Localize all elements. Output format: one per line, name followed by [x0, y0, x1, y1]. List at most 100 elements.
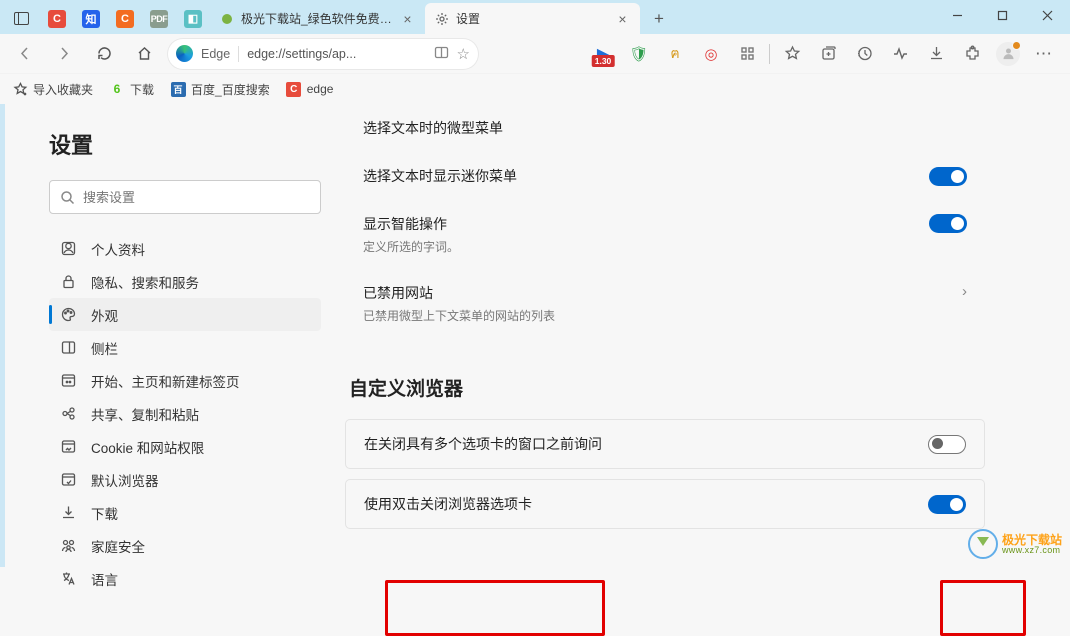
toggle-smart-actions[interactable]	[929, 214, 967, 233]
tab-close-icon[interactable]: ×	[614, 10, 631, 27]
pinned-tab-c-app2[interactable]: C	[109, 4, 141, 33]
sidebar-item-label: 下载	[91, 503, 118, 523]
sidebar-item-label: 外观	[91, 305, 118, 325]
sidebar-item-sidebar[interactable]: 侧栏	[49, 331, 321, 364]
forward-button[interactable]	[48, 38, 80, 70]
c-app-icon: C	[48, 10, 66, 28]
bookmark-baidu[interactable]: 百百度_百度搜索	[170, 81, 270, 98]
settings-search[interactable]	[49, 180, 321, 214]
lang-icon	[59, 570, 77, 587]
pdf24-icon: PDF	[150, 10, 168, 28]
teal-app-icon: ◧	[184, 10, 202, 28]
tab-1[interactable]: 设置 ×	[425, 3, 640, 34]
main: 设置 个人资料隐私、搜索和服务外观侧栏开始、主页和新建标签页共享、复制和粘贴 Co…	[0, 104, 1070, 567]
sidebar-item-lock[interactable]: 隐私、搜索和服务	[49, 265, 321, 298]
extensions-icon[interactable]	[954, 38, 990, 70]
tab-label: 设置	[456, 10, 608, 27]
sidebar-item-cookie[interactable]: Cookie 和网站权限	[49, 430, 321, 463]
sidebar-item-download[interactable]: 下载	[49, 496, 321, 529]
history-icon[interactable]	[846, 38, 882, 70]
sidebar-item-label: 默认浏览器	[91, 470, 159, 490]
ext-grid-icon[interactable]	[729, 38, 765, 70]
c-app2-icon: C	[116, 10, 134, 28]
sidebar-item-profile[interactable]: 个人资料	[49, 232, 321, 265]
avatar[interactable]	[990, 38, 1026, 70]
toggle-ask-before-close[interactable]	[928, 435, 966, 454]
close-window-button[interactable]	[1025, 0, 1070, 30]
bookmark-edge[interactable]: Cedge	[286, 81, 334, 97]
row-disabled-sites[interactable]: 已禁用网站 已禁用微型上下文菜单的网站的列表 ›	[345, 269, 985, 338]
sidebar-item-family[interactable]: 家庭安全	[49, 529, 321, 562]
tab-close-icon[interactable]: ×	[399, 10, 416, 27]
tab-0[interactable]: 极光下载站_绿色软件免费下载_官 ×	[210, 3, 425, 34]
bookmarks-bar: 导入收藏夹 6下载 百百度_百度搜索 Cedge	[0, 74, 1070, 104]
sidebar-item-label: 侧栏	[91, 338, 118, 358]
ext-flag-icon[interactable]: ▶1.30	[585, 38, 621, 70]
tab-favicon	[219, 11, 235, 27]
row-show-mini-menu: 选择文本时显示迷你菜单	[345, 152, 985, 200]
family-icon	[59, 537, 77, 554]
sidebar-item-label: 家庭安全	[91, 536, 145, 556]
ext-cat-icon[interactable]: ฅ	[657, 38, 693, 70]
lock-icon	[59, 273, 77, 290]
split-screen-icon[interactable]	[434, 45, 449, 63]
ext-shield-icon[interactable]: 🛡	[621, 38, 657, 70]
settings-nav: 个人资料隐私、搜索和服务外观侧栏开始、主页和新建标签页共享、复制和粘贴 Cooki…	[49, 232, 321, 595]
pinned-tab-c-app[interactable]: C	[41, 4, 73, 33]
row-mini-menu-heading: 选择文本时的微型菜单	[345, 104, 985, 152]
zhihu-icon: 知	[82, 10, 100, 28]
share-icon	[59, 405, 77, 422]
home-icon	[59, 372, 77, 389]
bookmark-import[interactable]: 导入收藏夹	[12, 81, 93, 98]
settings-sidebar: 设置 个人资料隐私、搜索和服务外观侧栏开始、主页和新建标签页共享、复制和粘贴 Co…	[5, 104, 345, 567]
downloads-icon[interactable]	[918, 38, 954, 70]
vertical-tabs-button[interactable]	[4, 4, 38, 34]
toggle-mini-menu[interactable]	[929, 167, 967, 186]
row-double-click-close: 使用双击关闭浏览器选项卡	[345, 479, 985, 529]
highlight-box-label	[385, 580, 605, 636]
section-customize-browser: 自定义浏览器	[349, 374, 985, 401]
favorite-star-icon[interactable]: ☆	[457, 45, 470, 63]
toggle-double-click-close[interactable]	[928, 495, 966, 514]
titlebar: C知C PDF ◧ 极光下载站_绿色软件免费下载_官 × 设置 × +	[0, 0, 1070, 34]
profile-icon	[59, 240, 77, 257]
reload-button[interactable]	[88, 38, 120, 70]
favorites-icon[interactable]	[774, 38, 810, 70]
baidu-icon: 百	[170, 81, 186, 97]
menu-button[interactable]: ⋯	[1026, 38, 1062, 70]
highlight-box-toggle	[940, 580, 1026, 636]
sidebar-item-browser[interactable]: 默认浏览器	[49, 463, 321, 496]
toolbar: Edge edge://settings/ap... ☆ ▶1.30 🛡 ฅ ◎…	[0, 34, 1070, 74]
bookmark-download[interactable]: 6下载	[109, 81, 154, 98]
sidebar-item-label: Cookie 和网站权限	[91, 437, 204, 457]
sidebar-item-home[interactable]: 开始、主页和新建标签页	[49, 364, 321, 397]
tab-favicon	[434, 11, 450, 27]
window-controls	[935, 0, 1070, 30]
address-bar[interactable]: Edge edge://settings/ap... ☆	[168, 39, 478, 69]
green-6-icon: 6	[109, 81, 125, 97]
ext-target-icon[interactable]: ◎	[693, 38, 729, 70]
home-button[interactable]	[128, 38, 160, 70]
cookie-icon	[59, 438, 77, 455]
sidebar-item-label: 开始、主页和新建标签页	[91, 371, 240, 391]
performance-icon[interactable]	[882, 38, 918, 70]
tab-label: 极光下载站_绿色软件免费下载_官	[241, 10, 393, 27]
new-tab-button[interactable]: +	[645, 5, 673, 33]
settings-search-input[interactable]	[83, 190, 310, 205]
search-icon	[60, 190, 75, 205]
sidebar-icon	[59, 339, 77, 356]
maximize-button[interactable]	[980, 0, 1025, 30]
sidebar-item-share[interactable]: 共享、复制和粘贴	[49, 397, 321, 430]
edge-label: Edge	[201, 47, 230, 61]
pinned-tab-teal-app[interactable]: ◧	[177, 4, 209, 33]
minimize-button[interactable]	[935, 0, 980, 30]
pinned-tab-zhihu[interactable]: 知	[75, 4, 107, 33]
sidebar-item-appearance[interactable]: 外观	[49, 298, 321, 331]
sidebar-item-label: 共享、复制和粘贴	[91, 404, 199, 424]
back-button[interactable]	[8, 38, 40, 70]
collections-icon[interactable]	[810, 38, 846, 70]
url-text: edge://settings/ap...	[247, 47, 425, 61]
settings-title: 设置	[49, 128, 321, 160]
pinned-tab-pdf24[interactable]: PDF	[143, 4, 175, 33]
chevron-right-icon: ›	[962, 283, 967, 300]
